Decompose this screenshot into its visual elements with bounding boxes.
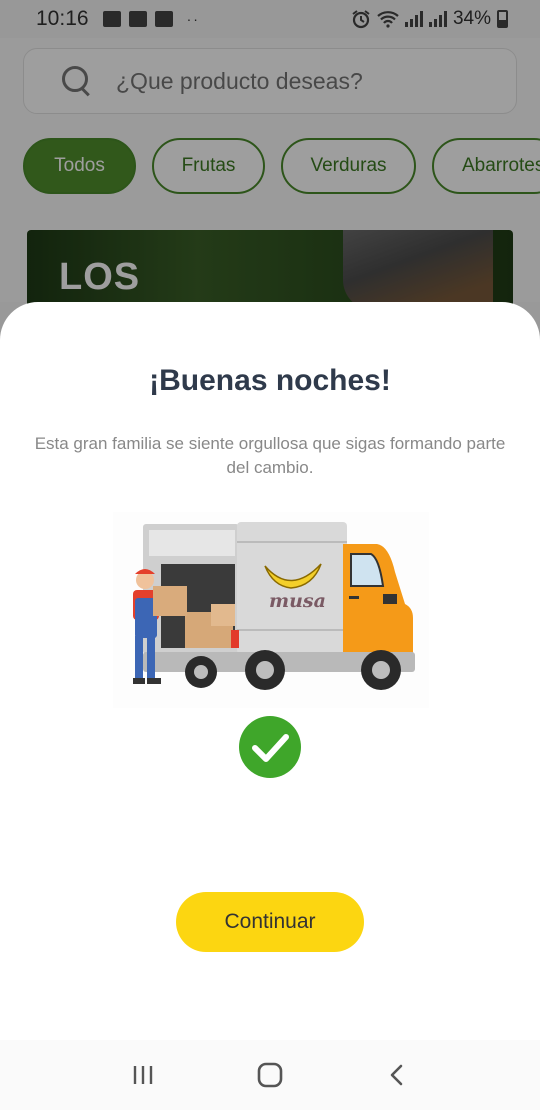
back-button[interactable]	[377, 1055, 417, 1095]
check-circle-icon	[238, 715, 302, 779]
modal-title: ¡Buenas noches!	[149, 364, 391, 397]
wheel-rear	[245, 650, 285, 690]
welcome-modal: ¡Buenas noches! Esta gran familia se sie…	[0, 302, 540, 1040]
system-nav-bar	[0, 1040, 540, 1110]
back-icon	[390, 1064, 402, 1086]
recent-apps-button[interactable]	[123, 1055, 163, 1095]
wheel-front	[361, 650, 401, 690]
home-button[interactable]	[250, 1055, 290, 1095]
recent-apps-icon	[134, 1066, 153, 1084]
modal-subtitle: Esta gran familia se siente orgullosa qu…	[34, 434, 506, 477]
continue-button[interactable]: Continuar	[176, 892, 364, 952]
truck-brand-label: musa	[269, 590, 326, 612]
home-icon	[257, 1062, 283, 1088]
wheel-rear-2	[185, 656, 217, 688]
delivery-truck-illustration: musa	[113, 512, 429, 708]
